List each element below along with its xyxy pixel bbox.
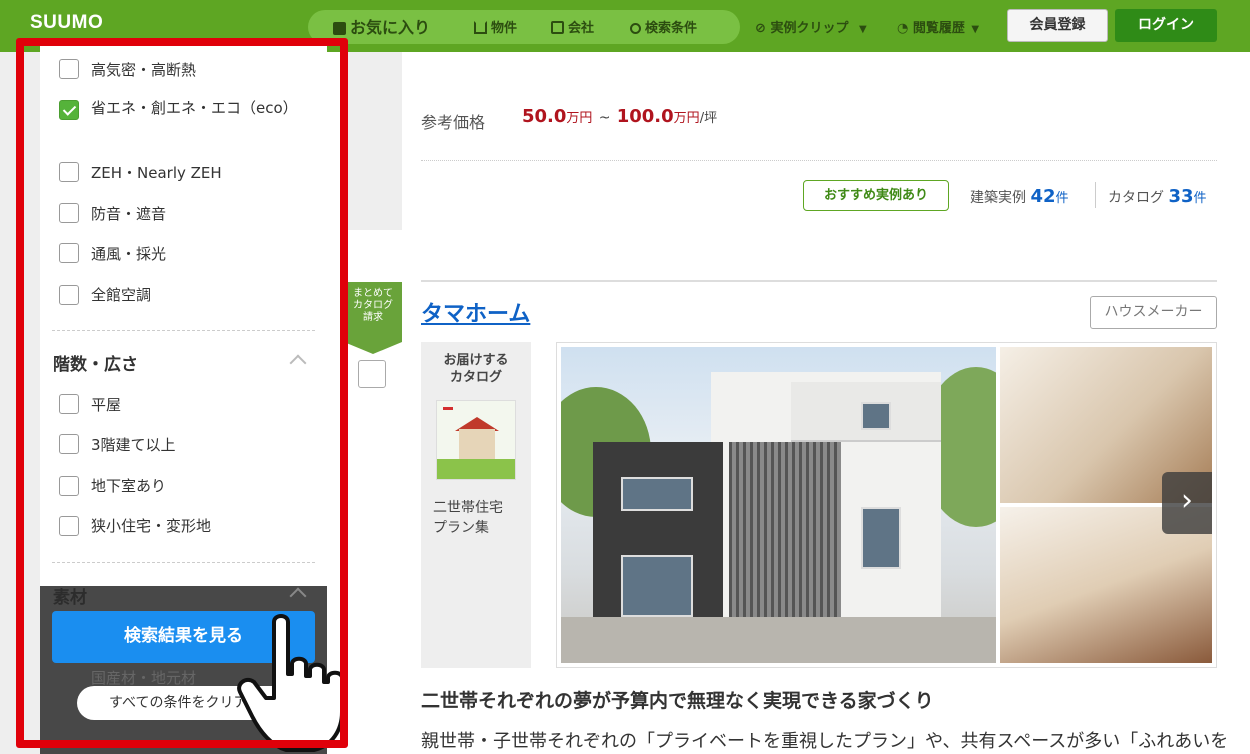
cover-house [459, 429, 495, 459]
catalog-name[interactable]: 二世帯住宅 プラン集 [433, 498, 523, 538]
cover-grass [437, 459, 515, 479]
option-eco[interactable]: 省エネ・創エネ・エコ（eco） [91, 98, 298, 119]
next-arrow-button[interactable]: › [1162, 472, 1212, 534]
catalog-label: カタログ [1108, 190, 1164, 206]
catalog-unit: 件 [1193, 191, 1207, 206]
checkbox-eco[interactable] [59, 100, 79, 120]
nav-clip[interactable]: ⊘ 実例クリップ ▼ [755, 17, 867, 36]
nav-search-label: 検索条件 [645, 21, 698, 36]
option-narrow-lot[interactable]: 狭小住宅・変形地 [91, 515, 211, 536]
briefcase-icon [551, 21, 564, 34]
maker-badge: ハウスメーカー [1090, 296, 1217, 329]
bulk-catalog-checkbox[interactable] [358, 360, 386, 388]
checkbox-airtight[interactable] [59, 59, 79, 79]
checkbox-zeh[interactable] [59, 162, 79, 182]
option-one-story[interactable]: 平屋 [91, 394, 121, 415]
option-ventilation[interactable]: 通風・採光 [91, 243, 166, 264]
nav-history-label: 閲覧履歴 [912, 21, 965, 36]
reco-badge[interactable]: おすすめ実例あり [803, 180, 949, 211]
cover-accent [443, 407, 453, 410]
bulk-catalog-tab-tip [344, 342, 402, 354]
house-icon [474, 21, 487, 34]
chevron-right-icon: › [1181, 483, 1193, 518]
nav-property-label: 物件 [491, 21, 518, 36]
nav-clip-label: 実例クリップ [770, 21, 849, 36]
catalog-number: 33 [1168, 186, 1194, 207]
clip-icon: ⊘ [755, 21, 766, 36]
side-grey-block [340, 52, 402, 230]
nav-company[interactable]: 会社 [551, 17, 594, 36]
catalog-box-title: お届けする カタログ [443, 353, 509, 385]
checkbox-narrow-lot[interactable] [59, 516, 79, 536]
checkbox-icon [333, 22, 346, 35]
description-body: 親世帯・子世帯それぞれの「プライベートを重視したプラン」や、共有スペースが多い「… [421, 731, 1229, 752]
jirei-number: 42 [1030, 186, 1056, 207]
nav-history[interactable]: ◔ 閲覧履歴 ▼ [897, 17, 979, 36]
section-floors-title[interactable]: 階数・広さ [53, 350, 138, 375]
option-domestic-wood: 国産材・地元材 [91, 669, 197, 687]
price-min: 50.0 [522, 106, 567, 127]
window [621, 555, 693, 617]
checkbox-ventilation[interactable] [59, 243, 79, 263]
price-range: 50.0万円 ~ 100.0万円/坪 [522, 106, 717, 127]
price-per: /坪 [699, 111, 718, 126]
option-soundproof[interactable]: 防音・遮音 [91, 203, 166, 224]
divider [421, 160, 1217, 161]
checkbox-one-story[interactable] [59, 394, 79, 414]
nav-favorites[interactable]: お気に入り [333, 14, 430, 38]
window [861, 507, 901, 569]
jirei-label: 建築実例 [970, 190, 1026, 206]
price-max: 100.0 [616, 106, 674, 127]
count-divider [1095, 182, 1096, 208]
price-label: 参考価格 [421, 113, 486, 132]
option-zeh[interactable]: ZEH・Nearly ZEH [91, 162, 222, 183]
option-central-air[interactable]: 全館空調 [91, 284, 151, 305]
section-divider [421, 280, 1217, 282]
description-title: 二世帯それぞれの夢が予算内で無理なく実現できる家づくり [421, 690, 934, 712]
login-button[interactable]: ログイン [1115, 9, 1217, 42]
option-airtight[interactable]: 高気密・高断熱 [91, 59, 196, 80]
catalog-count[interactable]: カタログ 33件 [1108, 186, 1207, 207]
checkbox-central-air[interactable] [59, 285, 79, 305]
nav-search-conditions[interactable]: 検索条件 [630, 17, 697, 36]
checkbox-three-story[interactable] [59, 434, 79, 454]
clock-icon: ◔ [897, 21, 909, 36]
chevron-down-icon: ▼ [971, 24, 980, 35]
option-basement[interactable]: 地下室あり [91, 475, 166, 496]
ground [561, 617, 996, 663]
checkbox-soundproof[interactable] [59, 203, 79, 223]
suumo-logo[interactable]: SUUMO [30, 12, 103, 34]
chevron-down-icon: ▼ [858, 24, 867, 35]
option-three-story[interactable]: 3階建て以上 [91, 434, 176, 455]
nav-favorites-label: お気に入り [350, 18, 431, 37]
register-button[interactable]: 会員登録 [1007, 9, 1108, 42]
jirei-count[interactable]: 建築実例 42件 [970, 186, 1069, 207]
search-icon [630, 23, 641, 34]
nav-property[interactable]: 物件 [474, 17, 517, 36]
jirei-unit: 件 [1055, 191, 1069, 206]
pointing-hand-icon [237, 614, 344, 752]
section-divider [52, 330, 315, 331]
nav-company-label: 会社 [568, 21, 595, 36]
company-name-link[interactable]: タマホーム [421, 296, 530, 328]
window [861, 402, 891, 430]
section-divider [52, 562, 315, 563]
catalog-cover-image[interactable] [436, 400, 516, 480]
checkbox-basement[interactable] [59, 476, 79, 496]
price-sep: ~ [598, 110, 611, 126]
price-unit: 万円 [566, 111, 593, 126]
window [621, 477, 693, 511]
price-unit-2: 万円 [673, 111, 700, 126]
building-louver [729, 442, 841, 622]
bulk-catalog-tab[interactable]: まとめて カタログ 請求 [344, 282, 402, 342]
main-house-photo[interactable] [561, 347, 996, 663]
